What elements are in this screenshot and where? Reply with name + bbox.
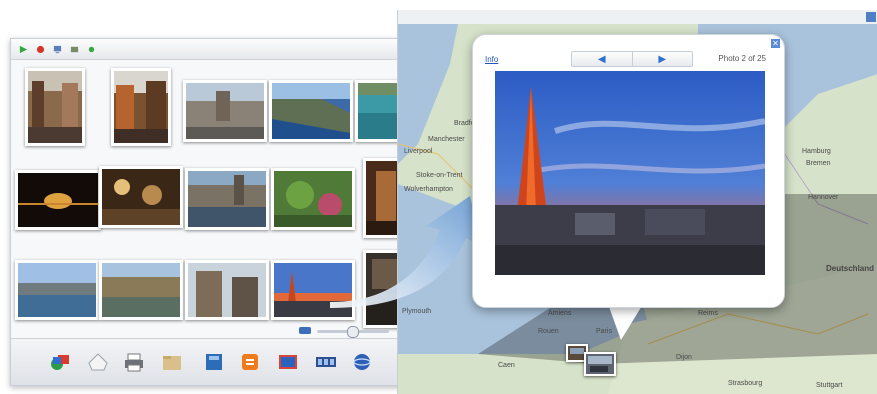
popup-tail xyxy=(608,304,643,340)
filmstrip-icon[interactable] xyxy=(315,351,337,373)
map-corner-icon[interactable] xyxy=(866,12,876,22)
map-place-label: Reims xyxy=(698,310,718,317)
photo-thumbnail[interactable] xyxy=(185,260,269,320)
photo-counter: Photo 2 of 25 xyxy=(718,54,766,63)
map-place-label: Amiens xyxy=(548,310,572,317)
photo-thumbnail[interactable] xyxy=(99,166,183,228)
slider-knob[interactable] xyxy=(347,326,359,338)
map-place-label: Deutschland xyxy=(826,264,875,273)
photo-slideshow-icon[interactable] xyxy=(277,351,299,373)
eiffel-tower-photo[interactable] xyxy=(495,71,765,275)
globe-icon[interactable] xyxy=(351,351,373,373)
rotate-icon[interactable] xyxy=(49,351,71,373)
record-icon[interactable] xyxy=(36,45,45,54)
map-place-label: Stoke-on-Trent xyxy=(416,172,463,179)
map-place-label: Liverpool xyxy=(404,148,433,155)
map-place-label: Caen xyxy=(498,362,515,369)
photo-thumbnail[interactable] xyxy=(183,80,267,142)
map-place-label: Hamburg xyxy=(802,148,831,155)
close-icon[interactable]: ✕ xyxy=(771,39,780,48)
map-place-label: Dijon xyxy=(676,354,692,361)
photo-thumbnail[interactable] xyxy=(99,260,183,320)
map-photo-marker[interactable] xyxy=(584,352,616,376)
photo-navigation: ◀ ▶ xyxy=(571,51,693,67)
map-place-label: Stuttgart xyxy=(816,382,843,389)
browser-toolbar xyxy=(11,39,403,60)
previous-photo-button[interactable]: ◀ xyxy=(572,52,633,66)
map-place-label: Manchester xyxy=(428,136,465,143)
folder-icon[interactable] xyxy=(161,351,183,373)
info-link[interactable]: Info xyxy=(485,55,498,64)
photo-thumbnail[interactable] xyxy=(25,68,85,146)
next-photo-button[interactable]: ▶ xyxy=(633,52,693,66)
map-place-label: Strasbourg xyxy=(728,380,763,387)
photo-popup: Info ◀ ▶ Photo 2 of 25 ✕ xyxy=(472,34,785,308)
photo-thumbnail[interactable] xyxy=(269,80,353,142)
photo-thumbnail[interactable] xyxy=(111,68,171,146)
monitor-icon[interactable] xyxy=(53,45,62,54)
print-icon[interactable] xyxy=(123,351,145,373)
zoom-icon xyxy=(299,327,311,334)
book-icon[interactable] xyxy=(203,351,225,373)
photo-thumbnail[interactable] xyxy=(185,168,269,230)
settings-icon[interactable] xyxy=(70,45,79,54)
photo-thumbnail[interactable] xyxy=(15,170,101,230)
home-icon[interactable] xyxy=(87,351,109,373)
map-place-label: Hannover xyxy=(808,194,839,201)
photo-thumbnail[interactable] xyxy=(15,260,99,320)
bottom-dock xyxy=(11,326,403,385)
zoom-slider[interactable] xyxy=(299,326,391,338)
blogger-icon[interactable] xyxy=(239,351,261,373)
map-place-label: Bremen xyxy=(806,160,831,167)
play-icon[interactable] xyxy=(19,45,28,54)
add-icon[interactable] xyxy=(87,45,96,54)
map-place-label: Rouen xyxy=(538,328,559,335)
map-topbar xyxy=(398,10,877,25)
